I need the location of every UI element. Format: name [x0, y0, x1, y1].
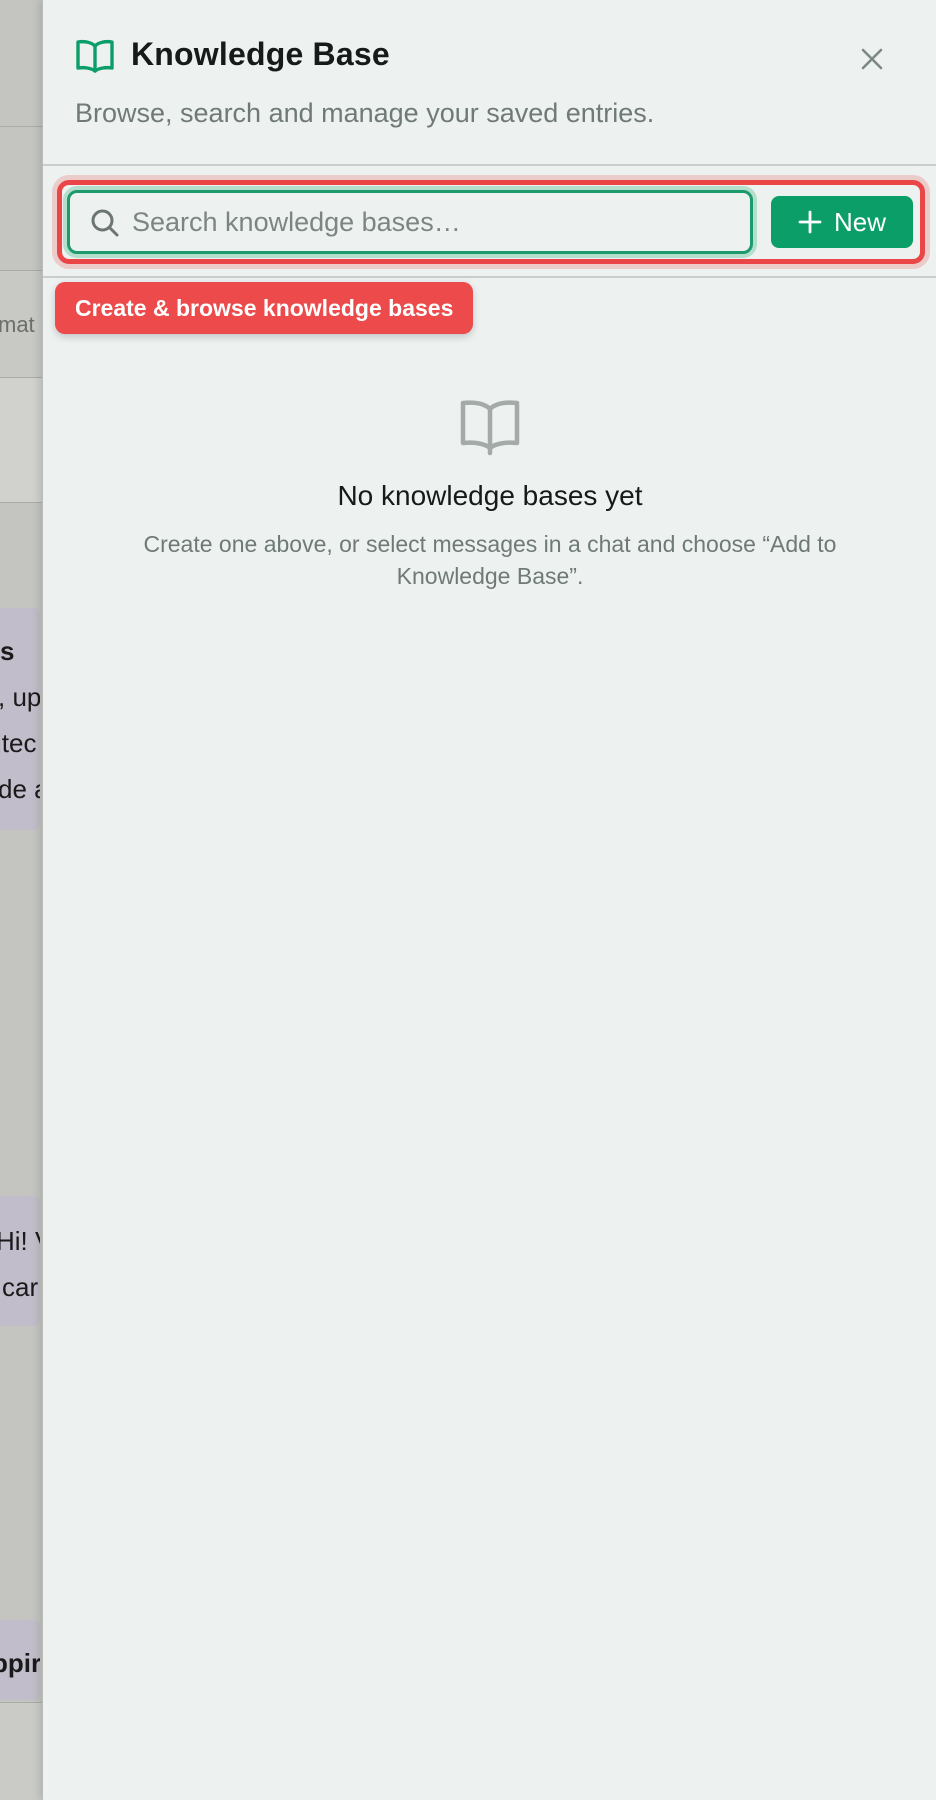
background-text: s: [0, 636, 15, 666]
search-icon: [91, 209, 119, 237]
background-text: car: [2, 1272, 39, 1302]
drawer-subtitle: Browse, search and manage your saved ent…: [75, 98, 655, 128]
background-text: itec: [0, 728, 37, 758]
knowledge-base-drawer: Knowledge Base Browse, search and manage…: [42, 0, 936, 1800]
new-knowledge-base-button[interactable]: New: [771, 196, 913, 248]
header-divider: [43, 164, 936, 166]
empty-state-title: No knowledge bases yet: [337, 480, 643, 511]
empty-state-description: Create one above, or select messages in …: [143, 531, 837, 589]
background-text: , up: [0, 682, 40, 712]
drawer-title: Knowledge Base: [131, 36, 390, 72]
plus-icon: [798, 210, 822, 234]
background-app: mat s , up itec de a Hi! V car ppir: [0, 0, 42, 1800]
drawer-header: Knowledge Base Browse, search and manage…: [43, 0, 936, 166]
search-input[interactable]: [132, 199, 732, 245]
background-message: Hi! V car: [0, 1196, 40, 1326]
toolbar-divider: [43, 276, 936, 278]
book-open-icon: [76, 39, 114, 73]
background-message: s , up itec de a: [0, 608, 40, 830]
close-button[interactable]: [855, 42, 889, 76]
background-text: Hi! V: [0, 1226, 40, 1256]
empty-state: No knowledge bases yet Create one above,…: [43, 398, 936, 592]
book-open-icon: [460, 400, 520, 456]
new-button-label: New: [833, 206, 886, 237]
search-field[interactable]: [67, 190, 753, 254]
onboarding-tip-badge: Create & browse knowledge bases: [55, 282, 474, 334]
background-text: mat: [0, 312, 35, 337]
close-icon: [861, 48, 883, 70]
background-text: de a: [0, 774, 40, 804]
background-text: ppir: [0, 1648, 40, 1678]
screen: mat s , up itec de a Hi! V car ppir Know…: [0, 0, 936, 1800]
background-message: ppir: [0, 1620, 40, 1700]
